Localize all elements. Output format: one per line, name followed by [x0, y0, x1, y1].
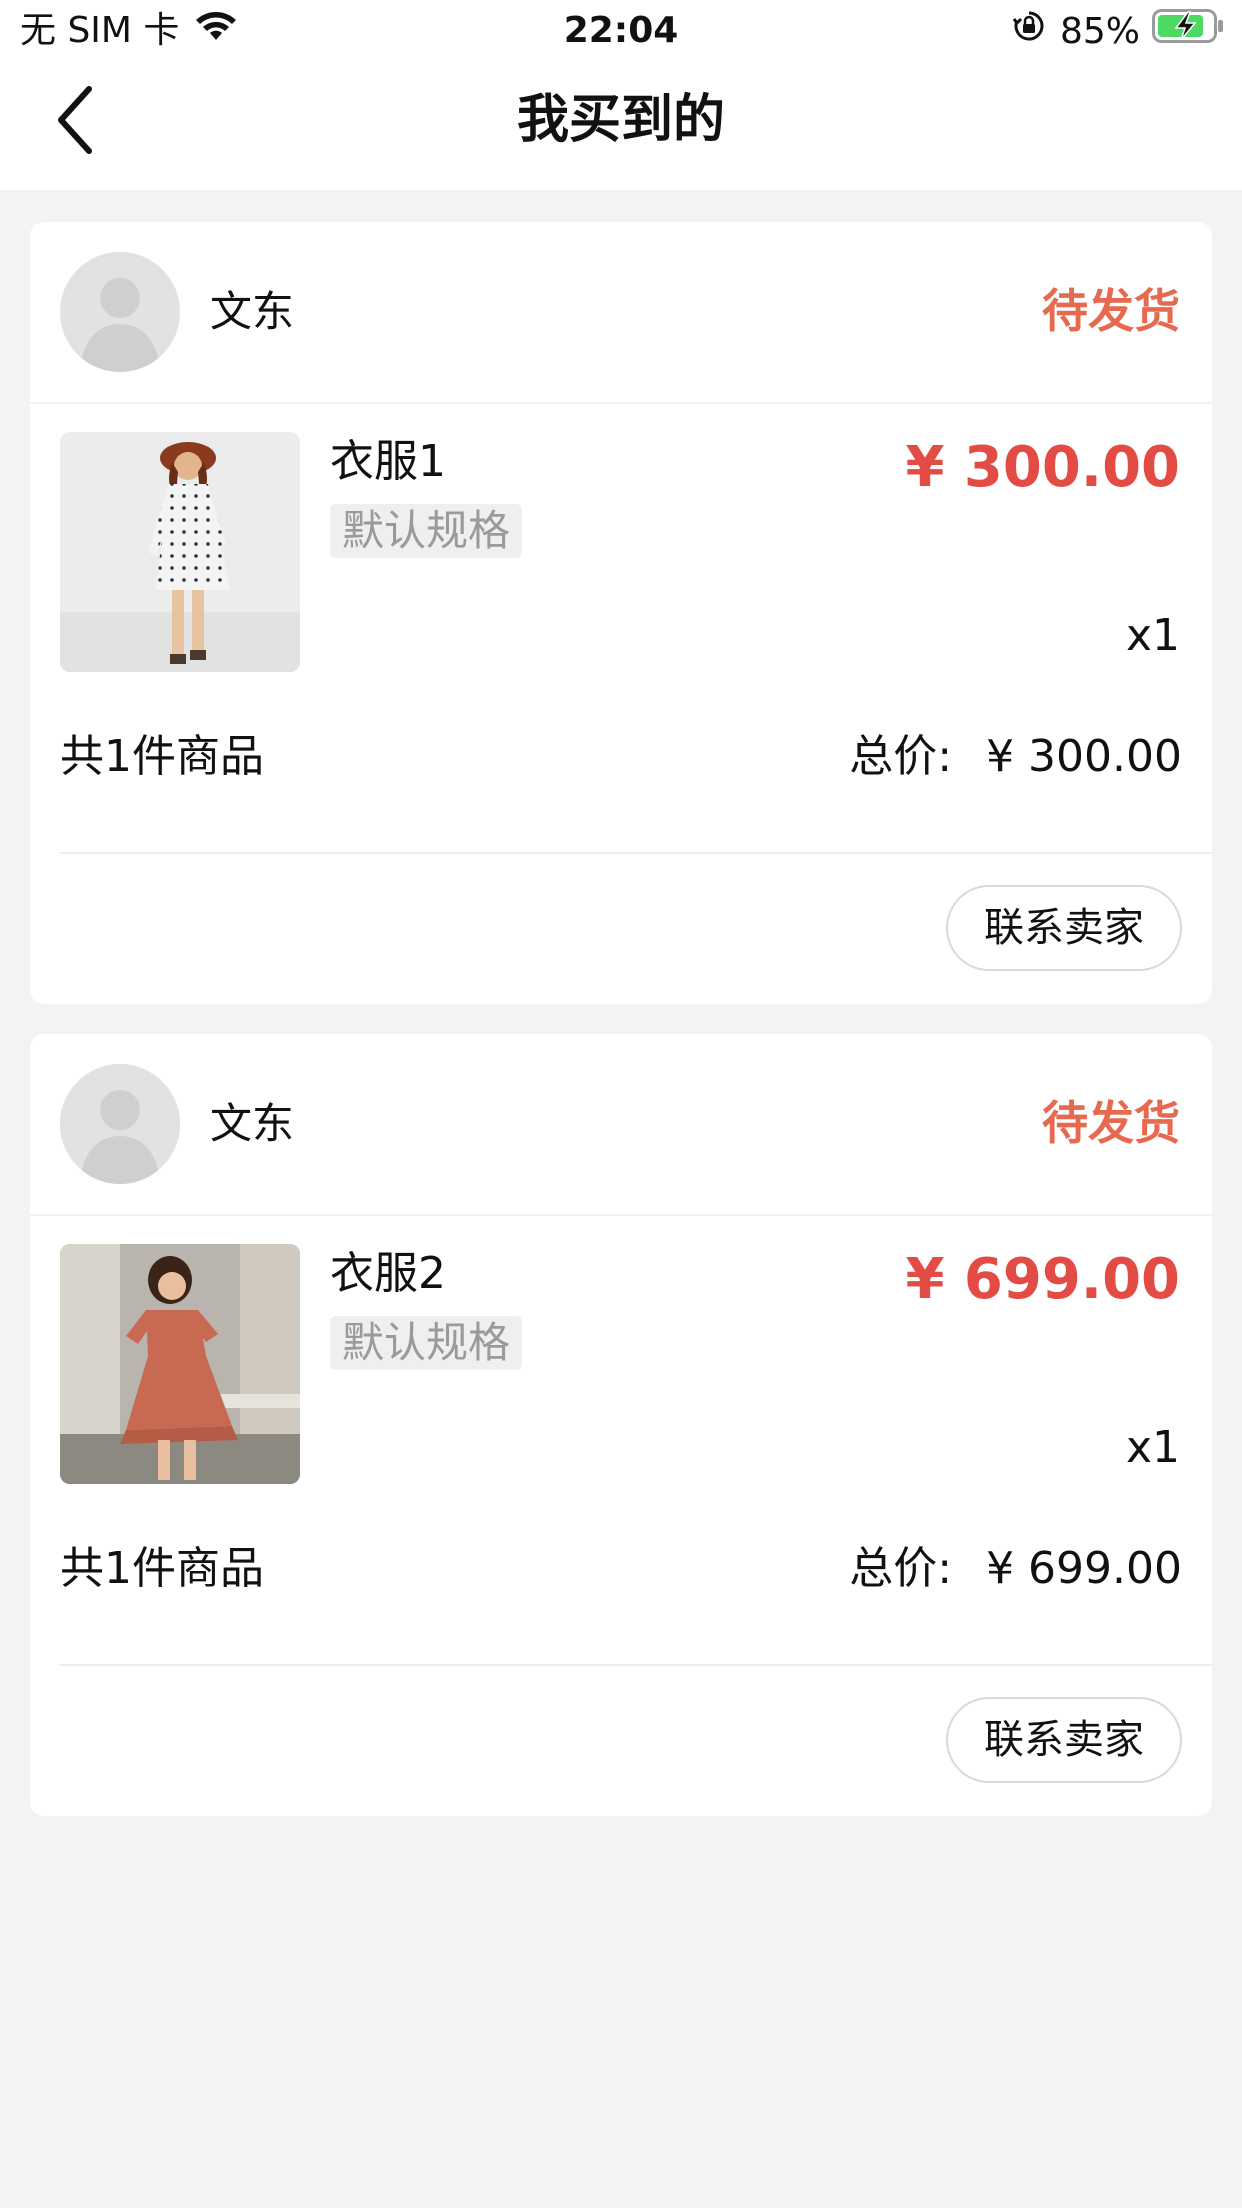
- item-count: 共1件商品: [60, 1543, 264, 1594]
- order-status-badge: 待发货: [1042, 284, 1180, 338]
- divider: [60, 1664, 1212, 1666]
- status-right: 85%: [1012, 8, 1226, 56]
- total-value: ¥ 699.00: [986, 1543, 1182, 1594]
- total-value: ¥ 300.00: [986, 731, 1182, 782]
- product-thumbnail: [60, 1244, 300, 1484]
- product-price: ¥ 300.00: [905, 435, 1180, 500]
- order-status-badge: 待发货: [1042, 1096, 1180, 1150]
- contact-seller-button[interactable]: 联系卖家: [946, 1697, 1182, 1783]
- order-card-header: 文东 待发货: [30, 222, 1212, 404]
- spec-tag: 默认规格: [330, 504, 523, 558]
- product-quantity: x1: [1125, 1422, 1180, 1473]
- order-card: 文东 待发货: [30, 222, 1212, 1004]
- order-total: 总价: ¥ 699.00: [849, 1539, 1182, 1599]
- order-list: 文东 待发货 衣服1 默认规格 ¥ 300.00 x1 共1件商品 总价: ¥ …: [30, 222, 1212, 1846]
- product-quantity: x1: [1125, 610, 1180, 661]
- item-count: 共1件商品: [60, 731, 264, 782]
- order-summary: 共1件商品 总价: ¥ 300.00: [60, 727, 1182, 787]
- order-card: 文东 待发货: [30, 1034, 1212, 1816]
- order-total: 总价: ¥ 300.00: [849, 727, 1182, 787]
- divider: [60, 852, 1212, 854]
- order-card-header: 文东 待发货: [30, 1034, 1212, 1216]
- seller-name: 文东: [210, 1099, 295, 1148]
- product-price: ¥ 699.00: [905, 1247, 1180, 1312]
- page-title: 我买到的: [516, 90, 725, 150]
- product-thumbnail: [60, 432, 300, 672]
- contact-seller-button[interactable]: 联系卖家: [946, 885, 1182, 971]
- product-name: 衣服2: [330, 1248, 446, 1299]
- orientation-lock-icon: [1012, 9, 1046, 55]
- product-name: 衣服1: [330, 436, 446, 487]
- spec-tag: 默认规格: [330, 1316, 523, 1370]
- seller-avatar[interactable]: [60, 1064, 180, 1184]
- status-bar: 无 SIM 卡 22:04 85%: [0, 0, 1242, 62]
- navigation-bar: 我买到的: [0, 62, 1242, 190]
- seller-name: 文东: [210, 287, 295, 336]
- order-product-row[interactable]: 衣服2 默认规格 ¥ 699.00 x1: [60, 1244, 1182, 1484]
- order-summary: 共1件商品 总价: ¥ 699.00: [60, 1539, 1182, 1599]
- total-label: 总价:: [849, 1543, 953, 1594]
- total-label: 总价:: [849, 731, 953, 782]
- battery-charging-icon: [1152, 8, 1226, 56]
- order-product-row[interactable]: 衣服1 默认规格 ¥ 300.00 x1: [60, 432, 1182, 672]
- battery-percent: 85%: [1059, 11, 1140, 52]
- seller-avatar[interactable]: [60, 252, 180, 372]
